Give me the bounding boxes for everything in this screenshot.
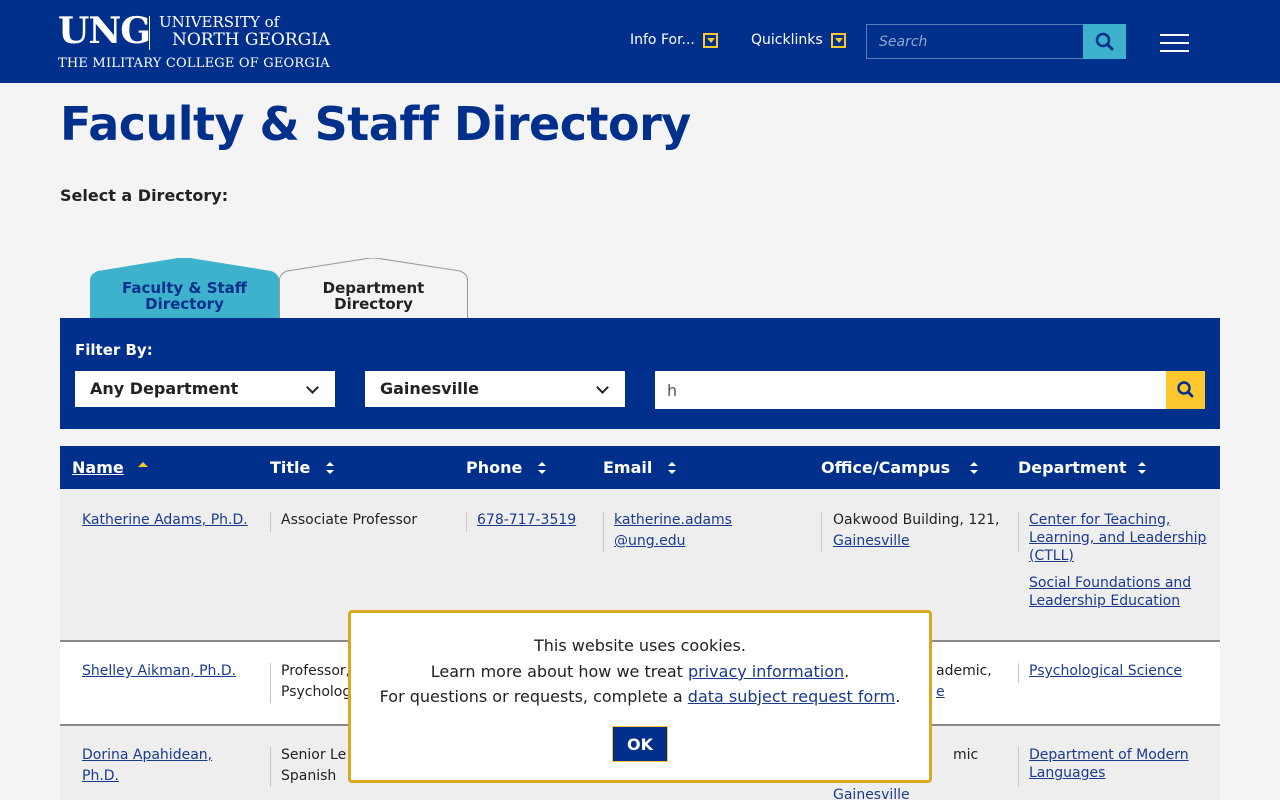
department-link[interactable]: Psychological Science — [1029, 661, 1182, 682]
logo-tagline: THE MILITARY COLLEGE OF GEORGIA — [58, 56, 330, 71]
person-title: Professor, Psycholog — [281, 663, 352, 700]
site-search-button[interactable] — [1083, 24, 1126, 59]
person-title: Senior Le Spanish — [281, 747, 347, 784]
office-campus: ademic, e — [936, 661, 992, 703]
department-select[interactable]: Any Department — [75, 371, 335, 407]
logo-university-of: UNIVERSITY of — [159, 13, 280, 31]
person-name-link[interactable]: Shelley Aikman, Ph.D. — [82, 661, 236, 682]
campus-link[interactable]: Gainesville — [833, 531, 1000, 552]
logo-north-georgia: NORTH GEORGIA — [172, 30, 331, 50]
phone-link[interactable]: 678-717-3519 — [477, 510, 576, 531]
search-icon — [1177, 381, 1194, 398]
department-select-value: Any Department — [90, 379, 239, 398]
person-name-link[interactable]: Katherine Adams, Ph.D. — [82, 510, 248, 531]
dropdown-caret-icon — [702, 32, 718, 48]
chevron-down-icon — [596, 381, 609, 394]
column-header-office-campus[interactable]: Office/Campus — [821, 458, 950, 478]
tab-label-line2: Directory — [334, 295, 413, 313]
email-link[interactable]: katherine.adams @ung.edu — [614, 510, 732, 552]
info-for-menu[interactable]: Info For... — [630, 30, 718, 50]
privacy-information-link[interactable]: privacy information — [688, 662, 844, 681]
directory-search-input[interactable] — [655, 371, 1167, 409]
data-subject-request-link[interactable]: data subject request form — [688, 687, 895, 706]
department-link[interactable]: Department of Modern Languages — [1029, 746, 1189, 782]
page-title: Faculty & Staff Directory — [60, 97, 691, 151]
tab-label-line2: Directory — [145, 295, 224, 313]
sort-icon — [970, 462, 978, 474]
table-header: Name Title Phone Email Office/Campus Dep… — [60, 446, 1220, 489]
info-for-label: Info For... — [630, 32, 695, 48]
ung-logo[interactable]: UNG UNIVERSITY of NORTH GEORGIA THE MILI… — [58, 12, 348, 72]
dropdown-caret-icon — [830, 32, 846, 48]
menu-hamburger-icon[interactable] — [1160, 34, 1189, 52]
department-link[interactable]: Center for Teaching, Learning, and Leade… — [1029, 511, 1206, 565]
cookie-ok-button[interactable]: OK — [612, 726, 668, 762]
tab-department-directory[interactable]: Department Directory — [279, 258, 468, 318]
logo-ung-text: UNG — [58, 10, 151, 52]
column-header-email[interactable]: Email — [603, 458, 652, 478]
directory-search-button[interactable] — [1166, 371, 1205, 409]
campus-link[interactable]: e — [936, 682, 992, 703]
tab-label-line1: Faculty & Staff — [122, 279, 247, 297]
tab-faculty-staff-directory[interactable]: Faculty & Staff Directory — [90, 258, 279, 318]
cookie-consent-dialog: This website uses cookies. Learn more ab… — [348, 610, 932, 783]
column-header-name[interactable]: Name — [72, 458, 124, 478]
office-campus: Oakwood Building, 121, Gainesville — [833, 510, 1000, 552]
campus-select[interactable]: Gainesville — [365, 371, 625, 407]
sort-icon — [326, 462, 334, 474]
site-search — [866, 24, 1126, 59]
sort-icon — [668, 462, 676, 474]
column-header-department[interactable]: Department — [1018, 458, 1126, 478]
office-location: Oakwood Building, 121, — [833, 512, 1000, 528]
sort-icon — [538, 462, 546, 474]
site-header: UNG UNIVERSITY of NORTH GEORGIA THE MILI… — [0, 0, 1280, 83]
column-header-title[interactable]: Title — [270, 458, 310, 478]
cookie-message: This website uses cookies. — [534, 636, 746, 655]
person-name-link[interactable]: Dorina Apahidean, Ph.D. — [82, 745, 212, 787]
quicklinks-label: Quicklinks — [751, 32, 823, 48]
department-link[interactable]: Social Foundations and Leadership Educat… — [1029, 574, 1191, 610]
person-title: Associate Professor — [281, 512, 418, 528]
cookie-request-line: For questions or requests, complete a da… — [379, 687, 901, 706]
select-directory-label: Select a Directory: — [60, 186, 229, 205]
cookie-privacy-line: Learn more about how we treat privacy in… — [430, 662, 850, 681]
tab-label-line1: Department — [322, 279, 425, 297]
campus-link[interactable]: Gainesville — [833, 785, 978, 800]
sort-icon — [1138, 462, 1146, 474]
filter-by-label: Filter By: — [75, 341, 153, 359]
logo-divider — [149, 16, 150, 50]
quicklinks-menu[interactable]: Quicklinks — [751, 30, 846, 50]
campus-select-value: Gainesville — [380, 379, 479, 398]
sort-ascending-icon — [138, 462, 148, 467]
filter-panel: Filter By: Any Department Gainesville — [60, 318, 1220, 429]
search-icon — [1095, 32, 1114, 51]
column-header-phone[interactable]: Phone — [466, 458, 522, 478]
chevron-down-icon — [306, 381, 319, 394]
site-search-input[interactable] — [866, 24, 1084, 59]
